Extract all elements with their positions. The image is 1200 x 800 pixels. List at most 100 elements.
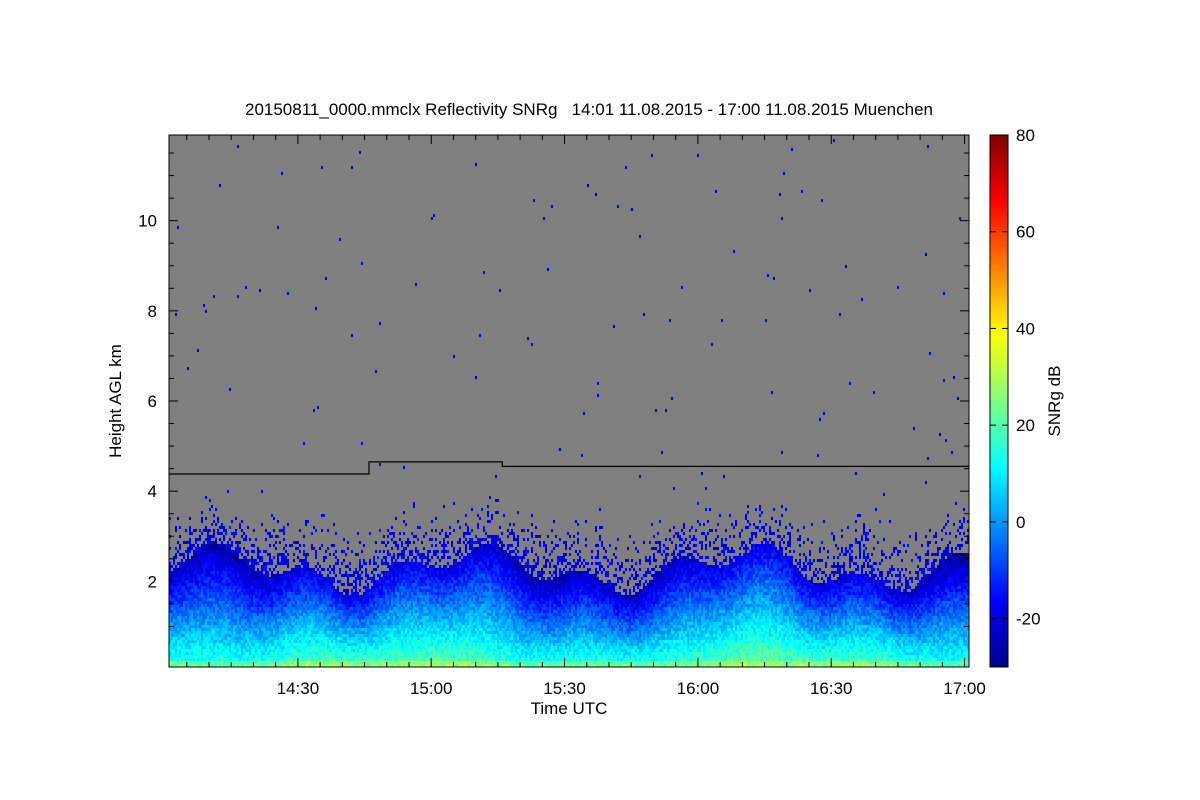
heatmap-cell <box>253 622 255 625</box>
heatmap-cell <box>421 643 423 646</box>
heatmap-cell <box>207 586 209 589</box>
heatmap-cell <box>277 646 279 649</box>
heatmap-cell <box>257 637 259 640</box>
heatmap-cell <box>203 655 205 658</box>
heatmap-cell <box>407 616 409 619</box>
heatmap-cell <box>421 607 423 610</box>
heatmap-cell <box>305 607 307 610</box>
heatmap-cell <box>309 622 311 625</box>
heatmap-cell <box>413 637 415 640</box>
heatmap-cell <box>381 595 383 598</box>
heatmap-cell <box>265 637 267 640</box>
heatmap-cell <box>275 658 277 661</box>
heatmap-cell <box>221 586 223 589</box>
chart-title: 20150811_0000.mmclx Reflectivity SNRg 14… <box>245 100 933 119</box>
heatmap-cell <box>259 619 261 622</box>
heatmap-cell <box>229 583 231 586</box>
heatmap-cell <box>377 604 379 607</box>
heatmap-cell <box>431 619 433 622</box>
heatmap-cell <box>273 643 275 646</box>
heatmap-cell <box>171 595 173 598</box>
heatmap-cell <box>317 628 319 631</box>
heatmap-cell <box>185 559 187 562</box>
heatmap-cell <box>375 370 377 373</box>
heatmap-cell <box>373 646 375 649</box>
heatmap-cell <box>239 550 241 553</box>
heatmap-cell <box>431 529 433 532</box>
heatmap-cell <box>255 655 257 658</box>
heatmap-cell <box>379 604 381 607</box>
heatmap-cell <box>261 661 263 664</box>
heatmap-cell <box>303 553 305 556</box>
heatmap-cell <box>171 610 173 613</box>
heatmap-cell <box>185 586 187 589</box>
heatmap-cell <box>185 616 187 619</box>
heatmap-cell <box>277 556 279 559</box>
heatmap-cell <box>245 661 247 664</box>
heatmap-cell <box>205 652 207 655</box>
heatmap-cell <box>295 631 297 634</box>
heatmap-cell <box>375 637 377 640</box>
heatmap-cell <box>285 580 287 583</box>
heatmap-cell <box>271 604 273 607</box>
heatmap-cell <box>227 643 229 646</box>
heatmap-cell <box>275 565 277 568</box>
heatmap-cell <box>385 577 387 580</box>
heatmap-cell <box>337 646 339 649</box>
heatmap-cell <box>285 616 287 619</box>
heatmap-cell <box>325 556 327 559</box>
heatmap-cell <box>381 586 383 589</box>
heatmap-cell <box>407 544 409 547</box>
heatmap-cell <box>251 619 253 622</box>
heatmap-cell <box>333 577 335 580</box>
heatmap-cell <box>295 595 297 598</box>
heatmap-cell <box>385 580 387 583</box>
heatmap-cell <box>301 661 303 664</box>
heatmap-cell <box>325 610 327 613</box>
heatmap-cell <box>365 607 367 610</box>
heatmap-cell <box>285 592 287 595</box>
heatmap-cell <box>291 640 293 643</box>
heatmap-cell <box>393 535 395 538</box>
heatmap-cell <box>275 577 277 580</box>
heatmap-cell <box>305 568 307 571</box>
heatmap-cell <box>347 592 349 595</box>
heatmap-cell <box>285 640 287 643</box>
heatmap-cell <box>429 586 431 589</box>
heatmap-cell <box>425 661 427 664</box>
heatmap-cell <box>205 628 207 631</box>
heatmap-cell <box>215 646 217 649</box>
heatmap-cell <box>411 646 413 649</box>
heatmap-cell <box>327 619 329 622</box>
heatmap-cell <box>319 613 321 616</box>
heatmap-cell <box>385 544 387 547</box>
heatmap-cell <box>195 658 197 661</box>
heatmap-cell <box>345 637 347 640</box>
heatmap-cell <box>265 655 267 658</box>
heatmap-cell <box>335 634 337 637</box>
heatmap-cell <box>413 565 415 568</box>
heatmap-cell <box>357 625 359 628</box>
heatmap-cell <box>257 619 259 622</box>
heatmap-cell <box>399 616 401 619</box>
heatmap-cell <box>387 637 389 640</box>
heatmap-cell <box>213 553 215 556</box>
heatmap-cell <box>359 151 361 154</box>
heatmap-cell <box>329 658 331 661</box>
heatmap-cell <box>399 583 401 586</box>
heatmap-cell <box>283 532 285 535</box>
heatmap-cell <box>187 649 189 652</box>
heatmap-cell <box>401 622 403 625</box>
heatmap-cell <box>247 619 249 622</box>
heatmap-cell <box>209 604 211 607</box>
heatmap-cell <box>221 526 223 529</box>
heatmap-cell <box>291 652 293 655</box>
heatmap-cell <box>335 655 337 658</box>
heatmap-cell <box>203 304 205 307</box>
heatmap-cell <box>335 607 337 610</box>
heatmap-cell <box>419 619 421 622</box>
heatmap-cell <box>285 622 287 625</box>
heatmap-cell <box>343 655 345 658</box>
heatmap-cell <box>303 598 305 601</box>
heatmap-cell <box>337 604 339 607</box>
